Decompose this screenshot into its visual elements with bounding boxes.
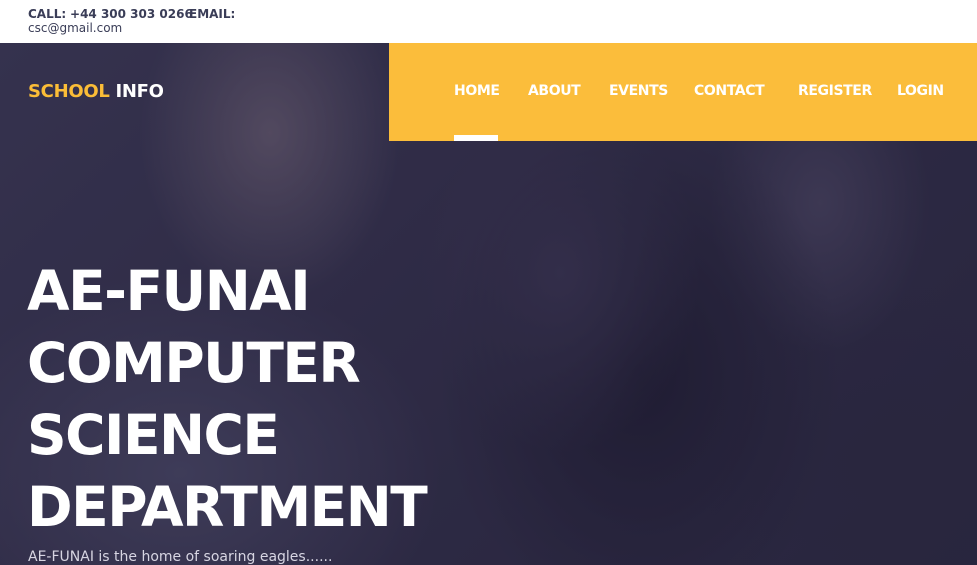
nav-about[interactable]: ABOUT	[528, 83, 581, 99]
nav-contact[interactable]: CONTACT	[694, 83, 765, 99]
email-info: EMAIL:	[189, 7, 235, 21]
email-label: EMAIL:	[189, 7, 236, 21]
nav-home[interactable]: HOME	[454, 83, 500, 99]
email-address[interactable]: csc@gmail.com	[28, 21, 122, 35]
hero-title-line: AE-FUNAI	[27, 259, 311, 323]
hero-tagline: AE-FUNAI is the home of soaring eagles..…	[28, 549, 333, 565]
nav-events[interactable]: EVENTS	[609, 83, 668, 99]
page: CALL: +44 300 303 0266 EMAIL: csc@gmail.…	[0, 0, 977, 565]
nav-login[interactable]: LOGIN	[897, 83, 944, 99]
call-info: CALL: +44 300 303 0266	[28, 7, 193, 21]
contact-bar: CALL: +44 300 303 0266 EMAIL: csc@gmail.…	[0, 0, 977, 43]
active-nav-indicator	[454, 135, 498, 141]
logo-info-text: INFO	[115, 81, 164, 102]
phone-number[interactable]: +44 300 303 0266	[70, 7, 193, 21]
hero-title-line: SCIENCE	[27, 403, 280, 467]
site-logo[interactable]: SCHOOL INFO	[28, 81, 164, 102]
main-nav: HOME ABOUT EVENTS CONTACT REGISTER LOGIN	[389, 43, 977, 141]
logo-school-text: SCHOOL	[28, 81, 110, 102]
hero-title-line: DEPARTMENT	[27, 475, 428, 539]
call-label: CALL:	[28, 7, 67, 21]
hero-title: AE-FUNAI COMPUTER SCIENCE DEPARTMENT	[27, 255, 428, 543]
hero-section: SCHOOL INFO HOME ABOUT EVENTS CONTACT RE…	[0, 43, 977, 565]
hero-title-line: COMPUTER	[27, 331, 361, 395]
nav-register[interactable]: REGISTER	[798, 83, 872, 99]
